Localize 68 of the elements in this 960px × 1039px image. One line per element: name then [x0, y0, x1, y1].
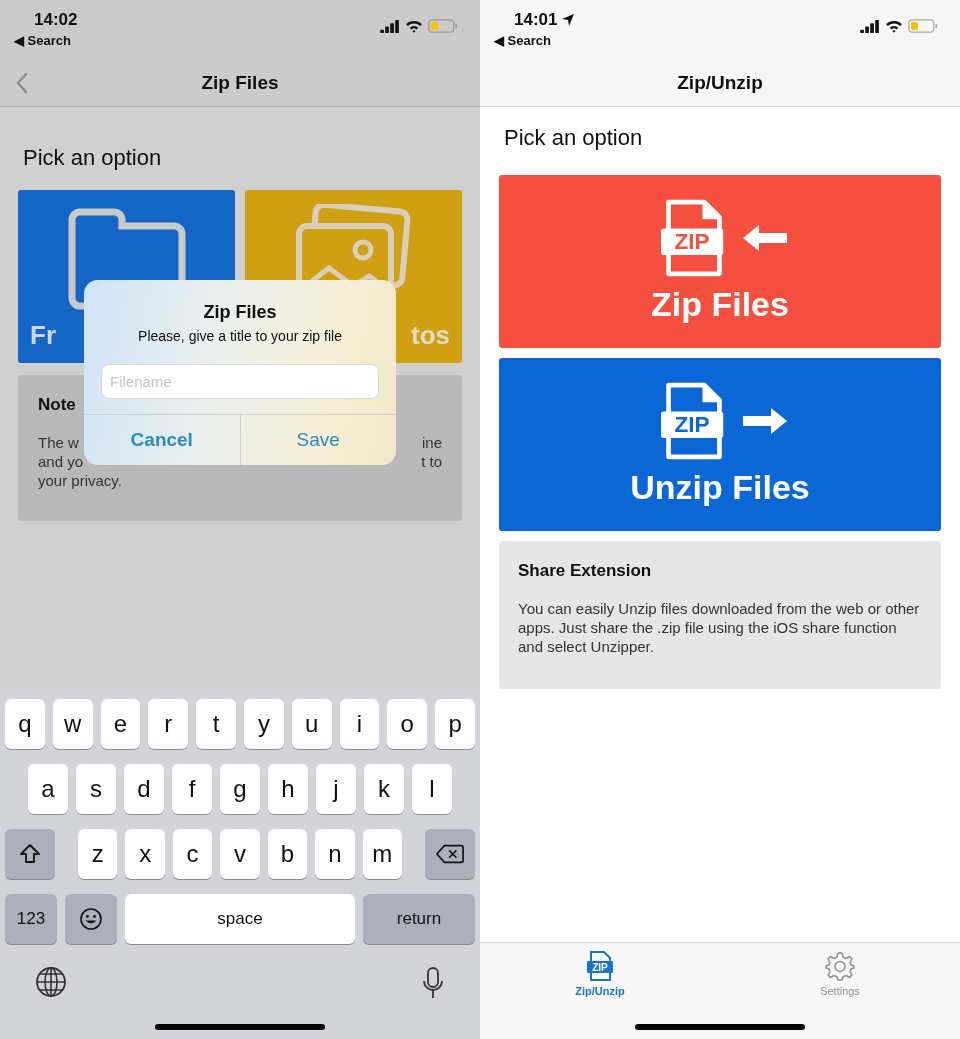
delete-key[interactable]: [424, 829, 475, 879]
info-text: You can easily Unzip files downloaded from the web or other apps. Just share the .zip file using the iOS share function and select Unzipper.: [518, 599, 921, 656]
letter-key[interactable]: f: [172, 764, 212, 814]
tab-bar-item[interactable]: ZIP Zip/Unzip: [480, 943, 720, 998]
status-time: 14:02: [34, 10, 78, 30]
nav-title: Zip/Unzip: [677, 72, 763, 94]
letter-key[interactable]: h: [268, 764, 308, 814]
section-heading: Pick an option: [503, 125, 644, 152]
wifi-icon: [885, 19, 903, 33]
location-arrow-icon: [561, 13, 576, 27]
tile-label: tos: [411, 320, 450, 351]
battery-icon: [428, 19, 458, 33]
letter-key[interactable]: y: [244, 699, 284, 749]
letter-key[interactable]: j: [316, 764, 356, 814]
smiley-icon: [79, 907, 103, 931]
letter-key[interactable]: c: [172, 829, 213, 879]
signal-icon: [380, 19, 400, 33]
back-to-app-link[interactable]: ◀ Search: [14, 33, 78, 48]
letter-key[interactable]: n: [315, 829, 355, 879]
return-key[interactable]: return: [363, 894, 475, 944]
letter-key[interactable]: z: [78, 829, 118, 879]
letter-key[interactable]: w: [52, 699, 93, 749]
space-key[interactable]: space: [125, 894, 355, 944]
right-arrow-icon: [741, 406, 789, 436]
shift-key[interactable]: [5, 829, 55, 879]
note-text: and yo: [38, 452, 84, 471]
letter-key[interactable]: e: [100, 699, 141, 749]
letter-key[interactable]: b: [267, 829, 308, 879]
letter-key[interactable]: s: [76, 764, 116, 814]
note-text: The w: [38, 433, 79, 452]
letter-key[interactable]: l: [412, 764, 452, 814]
letter-key[interactable]: q: [5, 699, 45, 749]
filename-field[interactable]: Filename: [101, 364, 379, 399]
tile-label: Fr: [30, 320, 56, 351]
letter-key[interactable]: g: [220, 764, 260, 814]
letter-key[interactable]: d: [124, 764, 164, 814]
letter-key[interactable]: o: [387, 699, 428, 749]
nav-title: Zip Files: [201, 72, 279, 94]
backspace-icon: [435, 843, 464, 865]
unzip-files-button[interactable]: ZIP Unzip Files: [499, 358, 941, 531]
letter-key[interactable]: a: [28, 764, 68, 814]
left-arrow-icon: [741, 223, 789, 253]
letter-key[interactable]: r: [148, 699, 189, 749]
note-text: ine: [421, 433, 442, 452]
note-text: your privacy.: [38, 471, 122, 490]
status-time: 14:01: [514, 10, 558, 30]
settings-icon: [825, 951, 855, 981]
note-title: Note: [38, 395, 76, 415]
back-to-app-link[interactable]: ◀ Search: [494, 33, 576, 48]
letter-key[interactable]: u: [291, 699, 332, 749]
letter-key[interactable]: x: [125, 829, 165, 879]
info-title: Share Extension: [518, 561, 653, 581]
signal-icon: [860, 19, 880, 33]
letter-key[interactable]: k: [364, 764, 404, 814]
note-text: t to: [421, 452, 442, 471]
emoji-key[interactable]: [65, 894, 117, 944]
microphone-icon[interactable]: [421, 966, 445, 1000]
wifi-icon: [405, 19, 423, 33]
letter-key[interactable]: i: [339, 699, 380, 749]
shift-arrow-icon: [18, 842, 42, 866]
numbers-key[interactable]: 123: [5, 894, 57, 944]
battery-icon: [908, 19, 938, 33]
globe-icon[interactable]: [35, 966, 67, 998]
letter-key[interactable]: v: [220, 829, 260, 879]
letter-key[interactable]: m: [362, 829, 402, 879]
letter-key[interactable]: t: [196, 699, 236, 749]
letter-key[interactable]: p: [435, 699, 475, 749]
section-heading: Pick an option: [22, 145, 163, 172]
